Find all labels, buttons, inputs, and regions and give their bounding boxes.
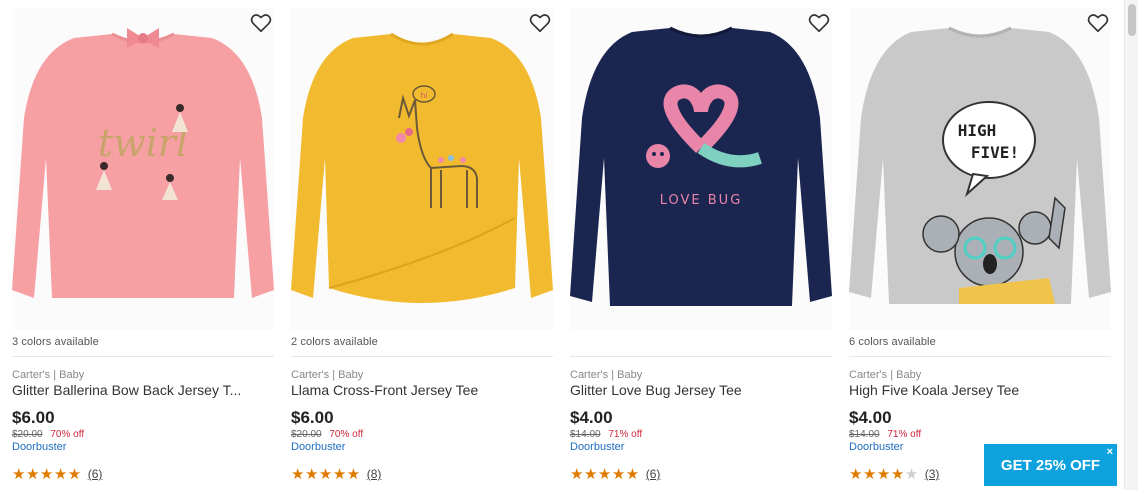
original-price: $20.00	[291, 429, 322, 440]
discount-percent: 71% off	[887, 429, 922, 440]
product-title-link[interactable]: Glitter Ballerina Bow Back Jersey T...	[12, 382, 274, 398]
svg-text:LOVE BUG: LOVE BUG	[660, 193, 743, 208]
shirt-image: twirl	[12, 28, 274, 298]
promo-button[interactable]: GET 25% OFF ×	[984, 444, 1117, 486]
colors-available[interactable]: 3 colors available	[12, 336, 99, 348]
product-image[interactable]: LOVE BUG	[570, 8, 832, 330]
original-price: $14.00	[849, 429, 880, 440]
brand-label: Carter's | Baby	[849, 369, 922, 381]
product-title-link[interactable]: Llama Cross-Front Jersey Tee	[291, 382, 553, 398]
colors-available[interactable]: 6 colors available	[849, 336, 936, 348]
star-rating-icon: ★★★★★	[570, 466, 640, 483]
close-icon[interactable]: ×	[1107, 447, 1113, 458]
shirt-image: hi	[291, 32, 553, 303]
rating[interactable]: ★★★★★ (8)	[291, 465, 381, 483]
star-rating-icon: ★★★★★	[849, 466, 919, 483]
svg-text:HIGH: HIGH	[958, 121, 997, 140]
discount-percent: 70% off	[329, 429, 364, 440]
brand-label: Carter's | Baby	[570, 369, 643, 381]
review-count-link[interactable]: (6)	[646, 467, 661, 481]
product-card[interactable]: LOVE BUG Carter's | Baby Glitter Love Bu…	[570, 0, 832, 490]
rating[interactable]: ★★★★★ (6)	[570, 465, 660, 483]
doorbuster-badge: Doorbuster	[849, 441, 904, 453]
promo-label: GET 25% OFF	[1000, 456, 1101, 474]
page-scrollbar[interactable]	[1124, 0, 1138, 490]
shirt-image: LOVE BUG	[570, 26, 832, 306]
product-title-link[interactable]: High Five Koala Jersey Tee	[849, 382, 1111, 398]
doorbuster-badge: Doorbuster	[12, 441, 67, 453]
sale-price: $4.00	[570, 408, 613, 427]
svg-text:hi: hi	[420, 91, 427, 100]
product-image[interactable]: HIGH FIVE!	[849, 8, 1111, 330]
divider	[291, 356, 553, 357]
price-details: $20.00 70% off	[291, 429, 363, 440]
product-image[interactable]: twirl	[12, 8, 274, 330]
product-grid: twirl 3 colors available Carter's | Baby…	[0, 0, 1124, 490]
divider	[570, 356, 832, 357]
divider	[12, 356, 274, 357]
doorbuster-badge: Doorbuster	[570, 441, 625, 453]
colors-available[interactable]: 2 colors available	[291, 336, 378, 348]
favorite-heart-icon[interactable]	[808, 12, 830, 34]
price-details: $14.00 71% off	[570, 429, 642, 440]
doorbuster-badge: Doorbuster	[291, 441, 346, 453]
shirt-image: HIGH FIVE!	[849, 26, 1111, 304]
review-count-link[interactable]: (6)	[88, 467, 103, 481]
star-rating-icon: ★★★★★	[12, 466, 82, 483]
sale-price: $6.00	[12, 408, 55, 427]
rating[interactable]: ★★★★★ (3)	[849, 465, 939, 483]
review-count-link[interactable]: (8)	[367, 467, 382, 481]
brand-label: Carter's | Baby	[12, 369, 85, 381]
price-details: $14.00 71% off	[849, 429, 921, 440]
star-rating-icon: ★★★★★	[291, 466, 361, 483]
brand-label: Carter's | Baby	[291, 369, 364, 381]
original-price: $14.00	[570, 429, 601, 440]
favorite-heart-icon[interactable]	[1087, 12, 1109, 34]
product-card[interactable]: twirl 3 colors available Carter's | Baby…	[12, 0, 274, 490]
discount-percent: 70% off	[50, 429, 85, 440]
product-title-link[interactable]: Glitter Love Bug Jersey Tee	[570, 382, 832, 398]
svg-text:FIVE!: FIVE!	[971, 143, 1019, 162]
sale-price: $6.00	[291, 408, 334, 427]
divider	[849, 356, 1111, 357]
price-details: $20.00 70% off	[12, 429, 84, 440]
favorite-heart-icon[interactable]	[529, 12, 551, 34]
sale-price: $4.00	[849, 408, 892, 427]
review-count-link[interactable]: (3)	[925, 467, 940, 481]
scrollbar-thumb[interactable]	[1128, 4, 1136, 36]
original-price: $20.00	[12, 429, 43, 440]
product-card[interactable]: HIGH FIVE! 6 colors available Carter's |…	[849, 0, 1111, 490]
favorite-heart-icon[interactable]	[250, 12, 272, 34]
product-image[interactable]: hi	[291, 8, 553, 330]
product-card[interactable]: hi 2 colors available Carter's | Baby Ll…	[291, 0, 553, 490]
discount-percent: 71% off	[608, 429, 643, 440]
rating[interactable]: ★★★★★ (6)	[12, 465, 102, 483]
